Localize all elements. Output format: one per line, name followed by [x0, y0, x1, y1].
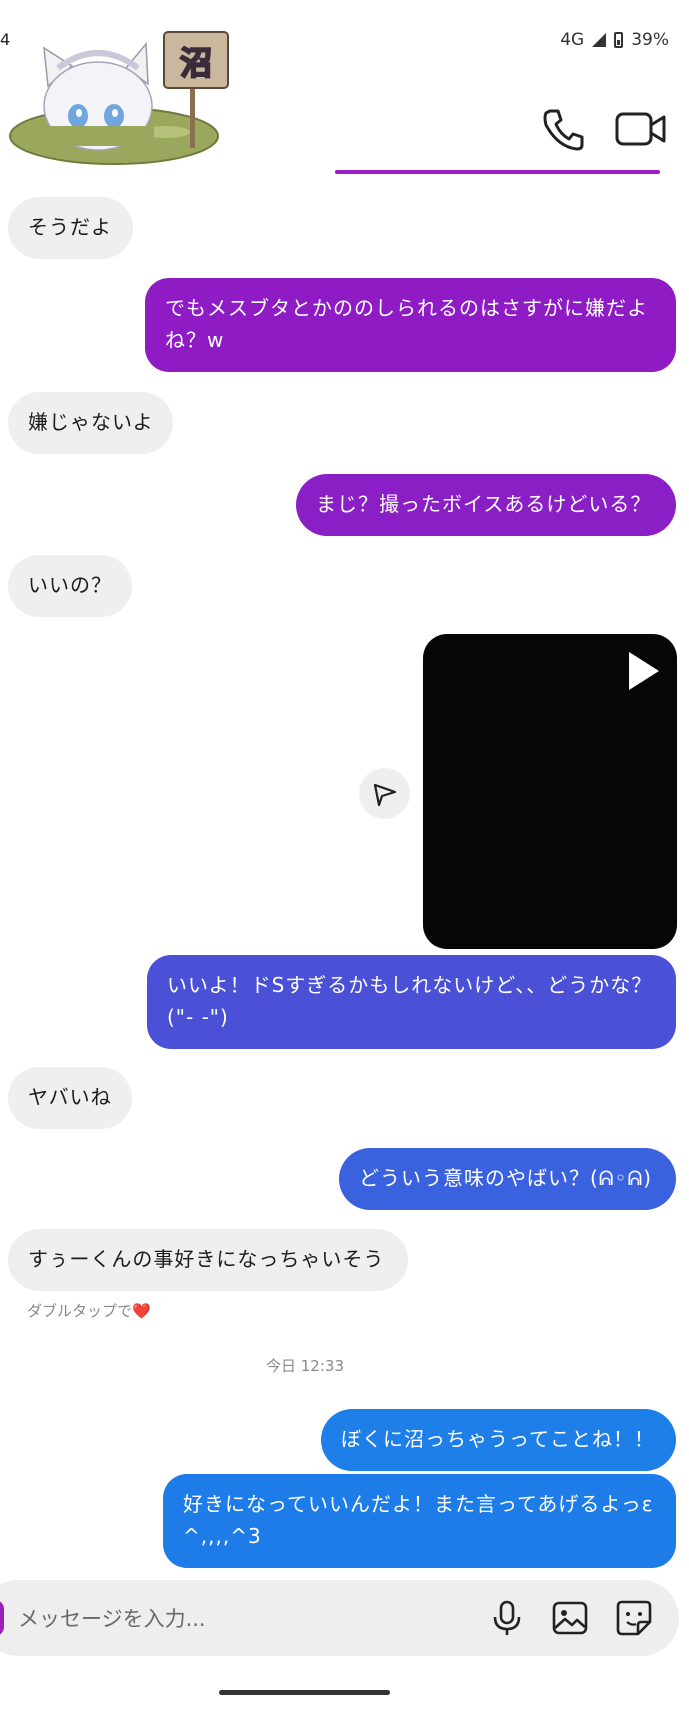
sticker-icon[interactable] — [614, 1598, 654, 1638]
image-icon[interactable] — [550, 1598, 590, 1638]
message-bubble-received[interactable]: ヤバいね — [8, 1067, 132, 1129]
message-bubble-received[interactable]: そうだよ — [8, 197, 133, 259]
status-bar-right: 4G 39% — [560, 30, 669, 50]
send-icon — [373, 783, 396, 806]
message-text: いいよ！ドSすぎるかもしれないけど、、どうかな？("- -") — [167, 973, 653, 1029]
network-label: 4G — [560, 30, 585, 50]
share-button[interactable] — [359, 768, 410, 819]
video-message[interactable] — [423, 634, 677, 949]
message-bubble-sent[interactable]: どういう意味のやばい？(ᕱ◦ᕱ) — [339, 1148, 676, 1210]
play-icon[interactable] — [629, 652, 659, 690]
phone-icon[interactable] — [538, 105, 586, 153]
sticker-sign-text: 沼 — [180, 44, 212, 82]
message-text: どういう意味のやばい？(ᕱ◦ᕱ) — [359, 1166, 653, 1190]
message-bubble-received[interactable]: すぅーくんの事好きになっちゃいそう — [8, 1229, 408, 1291]
signal-icon — [592, 33, 607, 47]
message-text: 好きになっていいんだよ！また言ってあげるよっε ^,,,,^3 — [183, 1492, 654, 1548]
message-text: いいの？ — [28, 573, 112, 597]
message-bubble-sent[interactable]: いいよ！ドSすぎるかもしれないけど、、どうかな？("- -") — [147, 955, 676, 1049]
battery-icon — [614, 32, 624, 48]
header-accent-bar — [335, 170, 660, 174]
message-text: ヤバいね — [28, 1085, 112, 1109]
message-bubble-received[interactable]: いいの？ — [8, 555, 132, 617]
battery-percent: 39% — [631, 30, 669, 50]
message-bubble-received[interactable]: 嫌じゃないよ — [8, 392, 173, 454]
message-input[interactable] — [16, 1600, 470, 1638]
message-text: 嫌じゃないよ — [28, 410, 154, 434]
message-text: でもメスブタとかののしられるのはさすがに嫌だよね？w — [165, 296, 648, 352]
double-tap-hint: ダブルタップで❤️ — [27, 1300, 151, 1321]
message-text: すぅーくんの事好きになっちゃいそう — [28, 1247, 385, 1271]
header-sticker-image: 沼 — [9, 31, 229, 165]
heart-icon: ❤️ — [132, 1302, 151, 1320]
message-bubble-sent[interactable]: まじ？撮ったボイスあるけどいる？ — [296, 474, 676, 536]
message-bubble-sent[interactable]: ぼくに沼っちゃうってことね！！ — [321, 1409, 676, 1471]
home-indicator[interactable] — [219, 1690, 390, 1695]
microphone-icon[interactable] — [487, 1598, 527, 1638]
message-bubble-sent[interactable]: 好きになっていいんだよ！また言ってあげるよっε ^,,,,^3 — [163, 1474, 676, 1568]
hint-text: ダブルタップで — [27, 1302, 133, 1320]
message-text: ぼくに沼っちゃうってことね！！ — [341, 1427, 655, 1451]
video-camera-icon[interactable] — [614, 105, 668, 153]
message-text: そうだよ — [28, 215, 112, 239]
message-timestamp: 今日 12:33 — [266, 1357, 344, 1375]
message-text: まじ？撮ったボイスあるけどいる？ — [316, 492, 652, 516]
message-bubble-sent[interactable]: でもメスブタとかののしられるのはさすがに嫌だよね？w — [145, 278, 676, 372]
